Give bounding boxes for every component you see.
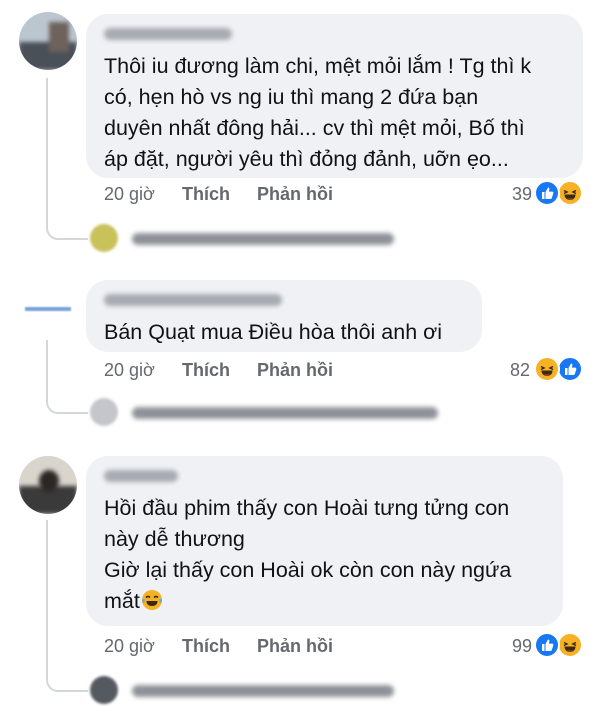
like-icon xyxy=(534,632,560,658)
like-button[interactable]: Thích xyxy=(182,184,230,205)
reply-button[interactable]: Phản hồi xyxy=(257,636,333,657)
comment-text-line: Giờ lại thấy con Hoài ok còn con này ngứ… xyxy=(104,558,512,582)
like-icon xyxy=(534,180,560,206)
haha-icon xyxy=(557,180,583,206)
view-replies-link[interactable] xyxy=(90,676,410,706)
comment-text-fragment: mắt xyxy=(104,589,140,613)
comment-text: Bán Quạt mua Điều hòa thôi anh ơi xyxy=(104,317,464,348)
thread-connector-line xyxy=(46,520,88,692)
commenter-avatar[interactable] xyxy=(19,12,77,70)
comment-text-line: áp đặt, người yêu thì đỏng đảnh, uỡn ẹo.… xyxy=(104,147,509,171)
commenter-name-blurred[interactable] xyxy=(104,470,178,482)
replier-avatar xyxy=(90,398,118,426)
replies-summary-blurred xyxy=(132,407,438,419)
replies-summary-blurred xyxy=(132,233,394,245)
reply-button[interactable]: Phản hồi xyxy=(257,184,333,205)
reaction-count[interactable]: 39 xyxy=(496,184,532,205)
replier-avatar xyxy=(90,676,118,704)
comment-text-line: mắt xyxy=(104,586,545,617)
commenter-avatar[interactable] xyxy=(19,281,77,339)
comment-text: Thôi iu đương làm chi, mệt mỏi lắm ! Tg … xyxy=(104,51,565,175)
comment-text-line: này dễ thương xyxy=(104,527,245,551)
comment-bubble: Thôi iu đương làm chi, mệt mỏi lắm ! Tg … xyxy=(86,14,583,178)
reaction-count[interactable]: 82 xyxy=(494,360,530,381)
commenter-name-blurred[interactable] xyxy=(104,294,282,306)
like-button[interactable]: Thích xyxy=(182,636,230,657)
comment-time[interactable]: 20 giờ xyxy=(104,184,155,205)
comment-text-line: Hồi đầu phim thấy con Hoài tưng tửng con xyxy=(104,496,510,520)
comment-text-line: Thôi iu đương làm chi, mệt mỏi lắm ! Tg … xyxy=(104,54,532,78)
reply-button[interactable]: Phản hồi xyxy=(257,360,333,381)
like-icon xyxy=(557,356,583,382)
comment-time[interactable]: 20 giờ xyxy=(104,360,155,381)
commenter-name-blurred[interactable] xyxy=(104,28,232,40)
comment-time[interactable]: 20 giờ xyxy=(104,636,155,657)
thread-connector-line xyxy=(46,78,88,240)
replier-avatar xyxy=(90,224,118,252)
comment-bubble: Bán Quạt mua Điều hòa thôi anh ơi xyxy=(86,280,482,352)
comment-text-line: có, hẹn hò vs ng iu thì mang 2 đứa bạn xyxy=(104,85,479,109)
view-replies-link[interactable] xyxy=(90,398,450,428)
haha-icon xyxy=(534,356,560,382)
like-button[interactable]: Thích xyxy=(182,360,230,381)
commenter-avatar[interactable] xyxy=(19,456,77,514)
comment-bubble: Hồi đầu phim thấy con Hoài tưng tửng con… xyxy=(86,456,563,626)
haha-icon xyxy=(557,632,583,658)
comment-text: Hồi đầu phim thấy con Hoài tưng tửng con… xyxy=(104,493,545,617)
comment-text-line: Bán Quạt mua Điều hòa thôi anh ơi xyxy=(104,320,443,344)
thread-connector-line xyxy=(46,340,88,414)
replies-summary-blurred xyxy=(132,685,394,697)
tears-of-joy-emoji-icon xyxy=(140,588,164,612)
reaction-count[interactable]: 99 xyxy=(496,636,532,657)
view-replies-link[interactable] xyxy=(90,224,410,254)
comment-text-line: duyên nhất đông hải... cv thì mệt mỏi, B… xyxy=(104,116,525,140)
